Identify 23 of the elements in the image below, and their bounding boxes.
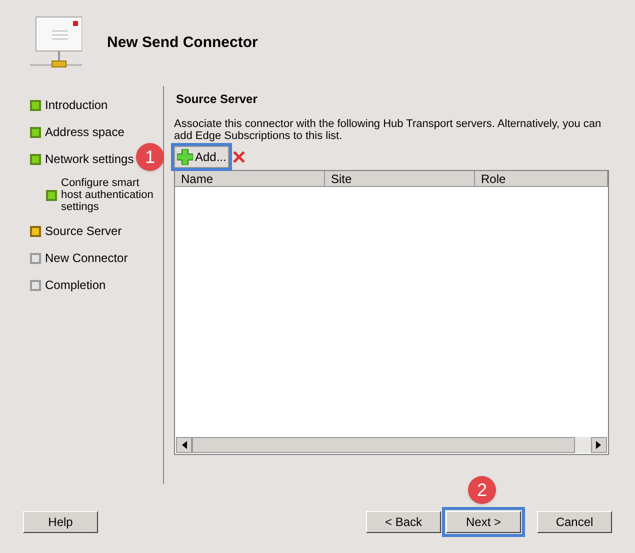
page-description: Associate this connector with the following Hub Transport servers. Alternatively, you can add Edge Subscriptions to this list.: [174, 118, 602, 142]
callout-number: 2: [468, 476, 496, 504]
wizard-step: Source Server: [45, 222, 122, 240]
scroll-right-icon: [591, 437, 607, 453]
plus-icon: [177, 149, 193, 165]
cancel-button[interactable]: Cancel: [537, 511, 612, 533]
delete-icon[interactable]: [233, 151, 246, 163]
add-button[interactable]: Add...: [174, 146, 230, 168]
wizard-step: New Connector: [45, 249, 128, 267]
window-title: New Send Connector: [107, 32, 258, 53]
wizard-step: Network settings: [45, 150, 134, 168]
wizard-step: Introduction: [45, 96, 108, 114]
column-header[interactable]: Role: [475, 171, 608, 186]
column-header[interactable]: Site: [325, 171, 475, 186]
wizard-step: Configure smart host authentication settings: [61, 177, 161, 213]
help-button[interactable]: Help: [23, 511, 98, 533]
back-button[interactable]: < Back: [366, 511, 441, 533]
callout-number: 1: [136, 143, 164, 171]
wizard-step: Address space: [45, 123, 124, 141]
page-heading: Source Server: [175, 91, 258, 108]
wizard-step: Completion: [45, 276, 106, 294]
column-header[interactable]: Name: [175, 171, 325, 186]
scroll-left-icon: [176, 437, 192, 453]
